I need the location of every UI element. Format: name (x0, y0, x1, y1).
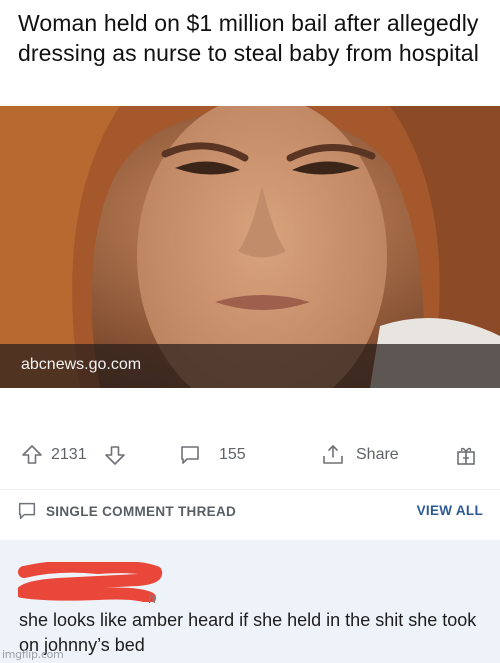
share-icon (323, 445, 343, 464)
comments-button[interactable]: 155 (178, 436, 246, 474)
article-domain[interactable]: abcnews.go.com (21, 356, 141, 374)
comment-thread-icon (18, 502, 36, 520)
comment-author-suffix: h (148, 590, 156, 606)
comment-count-label: 155 (219, 446, 246, 463)
upvote-arrow-icon (22, 445, 42, 464)
comment: h she looks like amber heard if she held… (0, 540, 500, 663)
share-button[interactable]: Share (320, 436, 399, 474)
vote-count: 2131 (51, 436, 87, 474)
share-label: Share (356, 446, 399, 463)
view-all-link[interactable]: VIEW ALL (417, 503, 483, 518)
article-headline[interactable]: Woman held on $1 million bail after alle… (18, 8, 488, 68)
thread-label: SINGLE COMMENT THREAD (46, 503, 237, 519)
comment-author[interactable]: h (18, 562, 178, 606)
vote-count-label: 2131 (51, 446, 87, 463)
imgflip-watermark: imgflip.com (2, 648, 64, 661)
upvote-button[interactable] (20, 436, 44, 474)
single-comment-thread: SINGLE COMMENT THREAD (16, 500, 236, 522)
comment-body: she looks like amber heard if she held i… (19, 610, 477, 655)
gift-award-icon (457, 447, 475, 465)
award-button[interactable] (454, 436, 478, 474)
downvote-button[interactable] (103, 436, 127, 474)
comment-bubble-icon (181, 446, 199, 464)
thread-header: SINGLE COMMENT THREAD VIEW ALL (0, 489, 500, 529)
post-actions: 2131 155 Share (0, 436, 500, 474)
downvote-arrow-icon (105, 446, 125, 465)
